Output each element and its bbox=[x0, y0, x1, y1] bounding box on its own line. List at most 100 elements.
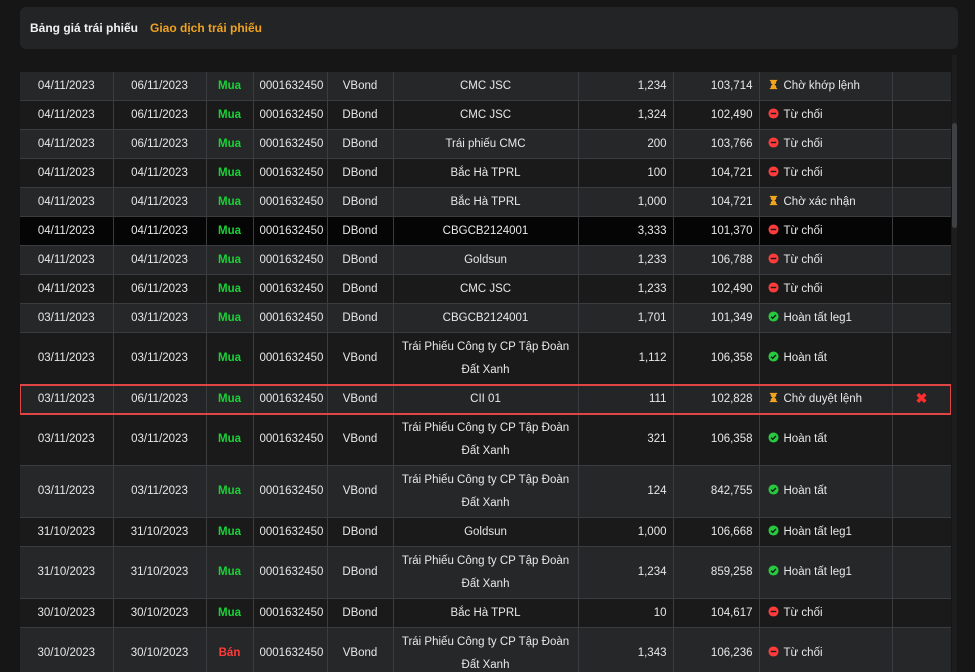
settlement-date-cell: 31/10/2023 bbox=[113, 517, 207, 547]
side-cell: Mua bbox=[206, 100, 254, 130]
trade-date-cell: 04/11/2023 bbox=[20, 187, 114, 217]
quantity-cell: 321 bbox=[578, 413, 674, 466]
price-cell: 103,714 bbox=[673, 72, 760, 101]
product-cell: VBond bbox=[327, 465, 394, 518]
status-cell: Hoàn tất bbox=[759, 413, 893, 466]
check-icon bbox=[767, 348, 779, 362]
side-cell: Mua bbox=[206, 158, 254, 188]
account-cell: 0001632450 bbox=[253, 332, 328, 385]
bond-name-cell: CMC JSC bbox=[393, 274, 579, 304]
action-cell: ✖ bbox=[892, 384, 951, 414]
table-row[interactable]: 04/11/2023 04/11/2023 Mua 0001632450 DBond Bắ… bbox=[20, 187, 951, 217]
reject-icon bbox=[767, 134, 779, 148]
product-cell: DBond bbox=[327, 598, 394, 628]
product-cell: DBond bbox=[327, 158, 394, 188]
quantity-cell: 1,343 bbox=[578, 627, 674, 672]
side-cell: Mua bbox=[206, 384, 254, 414]
table-row[interactable]: 04/11/2023 04/11/2023 Mua 0001632450 DBond CB… bbox=[20, 216, 951, 246]
table-row[interactable]: 04/11/2023 04/11/2023 Mua 0001632450 DBond Bắ… bbox=[20, 158, 951, 188]
side-cell: Mua bbox=[206, 598, 254, 628]
hourglass-icon bbox=[768, 192, 779, 205]
account-cell: 0001632450 bbox=[253, 384, 328, 414]
settlement-date-cell: 03/11/2023 bbox=[113, 303, 207, 333]
table-row[interactable]: 03/11/2023 03/11/2023 Mua 0001632450 VBond Tr… bbox=[20, 332, 951, 385]
quantity-cell: 10 bbox=[578, 598, 674, 628]
trade-date-cell: 04/11/2023 bbox=[20, 129, 114, 159]
table-row[interactable]: 03/11/2023 03/11/2023 Mua 0001632450 VBond Tr… bbox=[20, 413, 951, 466]
table-row[interactable]: 03/11/2023 03/11/2023 Mua 0001632450 VBond Tr… bbox=[20, 465, 951, 518]
table-row[interactable]: 04/11/2023 04/11/2023 Mua 0001632450 DBond Go… bbox=[20, 245, 951, 275]
status-cell: Hoàn tất bbox=[759, 332, 893, 385]
status-text: Từ chối bbox=[783, 137, 823, 150]
status-cell: Hoàn tất leg1 bbox=[759, 517, 893, 547]
scrollbar-thumb[interactable] bbox=[952, 123, 957, 228]
table-row[interactable]: 04/11/2023 06/11/2023 Mua 0001632450 DBond Tr… bbox=[20, 129, 951, 159]
bond-name-cell: Trái Phiếu Công ty CP Tập Đoàn Đất Xanh bbox=[393, 465, 579, 518]
status-text: Từ chối bbox=[783, 108, 823, 121]
table-row[interactable]: 04/11/2023 06/11/2023 Mua 0001632450 VBond CM… bbox=[20, 72, 951, 101]
table-row[interactable]: 04/11/2023 06/11/2023 Mua 0001632450 DBond CM… bbox=[20, 274, 951, 304]
action-cell bbox=[892, 274, 951, 304]
cancel-order-icon[interactable]: ✖ bbox=[916, 390, 928, 406]
trade-date-cell: 31/10/2023 bbox=[20, 517, 114, 547]
account-cell: 0001632450 bbox=[253, 129, 328, 159]
side-cell: Mua bbox=[206, 72, 254, 101]
reject-icon bbox=[767, 105, 779, 119]
account-cell: 0001632450 bbox=[253, 245, 328, 275]
trade-date-cell: 30/10/2023 bbox=[20, 627, 114, 672]
quantity-cell: 111 bbox=[578, 384, 674, 414]
tab-bond-trading[interactable]: Giao dịch trái phiếu bbox=[150, 21, 262, 35]
price-cell: 104,721 bbox=[673, 187, 760, 217]
product-cell: VBond bbox=[327, 627, 394, 672]
table-row[interactable]: 30/10/2023 30/10/2023 Mua 0001632450 DBond Bắ… bbox=[20, 598, 951, 628]
settlement-date-cell: 04/11/2023 bbox=[113, 187, 207, 217]
action-cell bbox=[892, 413, 951, 466]
reject-icon bbox=[767, 163, 779, 177]
product-cell: VBond bbox=[327, 413, 394, 466]
bond-name-cell: Goldsun bbox=[393, 517, 579, 547]
status-cell: Từ chối bbox=[759, 245, 893, 275]
status-text: Hoàn tất leg1 bbox=[783, 566, 852, 578]
table-row-highlighted[interactable]: 03/11/2023 06/11/2023 Mua 0001632450 VBond CI… bbox=[20, 383, 951, 415]
status-cell: Chờ xác nhận bbox=[759, 187, 893, 217]
product-cell: DBond bbox=[327, 517, 394, 547]
action-cell bbox=[892, 517, 951, 547]
tab-bond-prices[interactable]: Bảng giá trái phiếu bbox=[30, 21, 138, 35]
side-cell: Mua bbox=[206, 187, 254, 217]
trade-date-cell: 04/11/2023 bbox=[20, 245, 114, 275]
bond-name-cell: CMC JSC bbox=[393, 72, 579, 101]
account-cell: 0001632450 bbox=[253, 546, 328, 599]
trade-date-cell: 03/11/2023 bbox=[20, 332, 114, 385]
reject-icon bbox=[767, 250, 779, 264]
side-cell: Mua bbox=[206, 303, 254, 333]
action-cell bbox=[892, 216, 951, 246]
status-text: Từ chối bbox=[783, 606, 823, 619]
action-cell bbox=[892, 72, 951, 101]
status-text: Từ chối bbox=[783, 224, 823, 237]
vertical-scrollbar[interactable] bbox=[952, 55, 957, 672]
check-icon bbox=[767, 308, 779, 322]
table-row[interactable]: 04/11/2023 06/11/2023 Mua 0001632450 DBond CM… bbox=[20, 100, 951, 130]
status-cell: Từ chối bbox=[759, 598, 893, 628]
status-text: Hoàn tất leg1 bbox=[783, 525, 852, 538]
product-cell: DBond bbox=[327, 216, 394, 246]
trade-date-cell: 04/11/2023 bbox=[20, 216, 114, 246]
table-row[interactable]: 03/11/2023 03/11/2023 Mua 0001632450 DBond CB… bbox=[20, 303, 951, 333]
status-text: Hoàn tất bbox=[783, 352, 827, 364]
quantity-cell: 1,112 bbox=[578, 332, 674, 385]
quantity-cell: 1,234 bbox=[578, 546, 674, 599]
action-cell bbox=[892, 303, 951, 333]
table-row[interactable]: 30/10/2023 30/10/2023 Bán 0001632450 VBond Tr… bbox=[20, 627, 951, 672]
side-cell: Mua bbox=[206, 546, 254, 599]
product-cell: DBond bbox=[327, 546, 394, 599]
table-row[interactable]: 31/10/2023 31/10/2023 Mua 0001632450 DBond Go… bbox=[20, 517, 951, 547]
quantity-cell: 1,000 bbox=[578, 517, 674, 547]
bond-name-cell: Bắc Hà TPRL bbox=[393, 158, 579, 188]
side-cell: Mua bbox=[206, 465, 254, 518]
table-row[interactable]: 31/10/2023 31/10/2023 Mua 0001632450 DBond Tr… bbox=[20, 546, 951, 599]
status-text: Chờ khớp lệnh bbox=[783, 79, 860, 92]
side-cell: Mua bbox=[206, 245, 254, 275]
bond-name-cell: Trái Phiếu Công ty CP Tập Đoàn Đất Xanh bbox=[393, 332, 579, 385]
action-cell bbox=[892, 158, 951, 188]
status-text: Hoàn tất bbox=[783, 433, 827, 445]
